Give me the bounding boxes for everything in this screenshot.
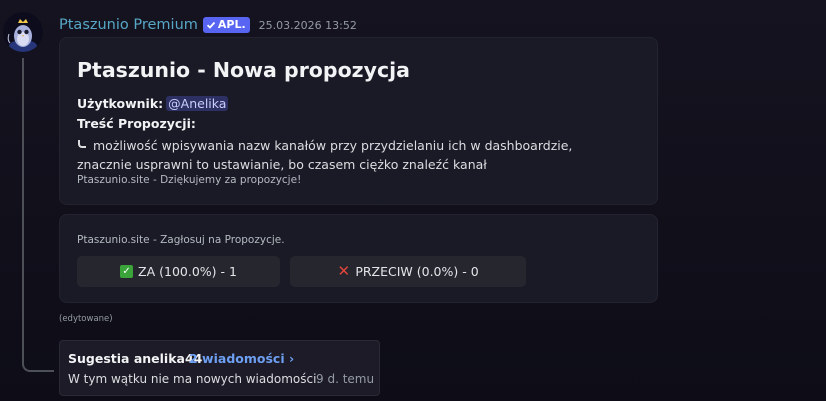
verified-check-icon: [206, 21, 216, 29]
thread-connector-line: [22, 58, 54, 372]
vote-label: Ptaszunio.site - Zagłosuj na Propozycje.: [77, 234, 285, 246]
bot-avatar[interactable]: [3, 12, 43, 52]
user-mention[interactable]: @Anelika: [166, 96, 229, 111]
content-label: Treść Propozycji:: [77, 116, 196, 131]
embed-footer: Ptaszunio.site - Dziękujemy za propozycj…: [77, 174, 302, 186]
thread-name[interactable]: Sugestia anelika44: [68, 351, 202, 366]
message-header: Ptaszunio Premium APL. 25.03.2026 13:52: [59, 15, 357, 35]
proposal-embed: Ptaszunio - Nowa propozycja Użytkownik: @…: [59, 37, 658, 205]
embed-title: Ptaszunio - Nowa propozycja: [77, 58, 410, 82]
edited-label: (edytowane): [59, 314, 113, 324]
user-line: Użytkownik: @Anelika: [77, 96, 229, 111]
vote-yes-label: ZA (100.0%) - 1: [138, 264, 237, 279]
cross-mark-icon: ✕: [337, 262, 351, 280]
thread-messages-link[interactable]: 2 wiadomości ›: [189, 351, 294, 366]
thread-time: 9 d. temu: [316, 372, 375, 386]
owl-avatar-icon: [3, 12, 43, 52]
message-timestamp[interactable]: 25.03.2026 13:52: [259, 19, 357, 32]
proposal-text: możliwość wpisywania nazw kanałów przy p…: [77, 138, 573, 172]
user-label: Użytkownik:: [77, 96, 164, 111]
check-mark-icon: ✓: [120, 265, 134, 278]
thread-card[interactable]: Sugestia anelika44 2 wiadomości › W tym …: [59, 340, 380, 396]
thread-status: W tym wątku nie ma nowych wiadomości.: [68, 372, 321, 386]
reply-arrow-icon: [78, 140, 86, 148]
vote-yes-button[interactable]: ✓ ZA (100.0%) - 1: [77, 256, 280, 287]
vote-no-label: PRZECIW (0.0%) - 0: [355, 264, 479, 279]
vote-container: Ptaszunio.site - Zagłosuj na Propozycje.…: [59, 214, 658, 303]
vote-no-button[interactable]: ✕ PRZECIW (0.0%) - 0: [290, 256, 526, 287]
badge-label: APL.: [217, 18, 246, 31]
author-name[interactable]: Ptaszunio Premium: [59, 17, 198, 33]
app-badge: APL.: [202, 17, 250, 33]
proposal-content: możliwość wpisywania nazw kanałów przy p…: [77, 136, 597, 174]
